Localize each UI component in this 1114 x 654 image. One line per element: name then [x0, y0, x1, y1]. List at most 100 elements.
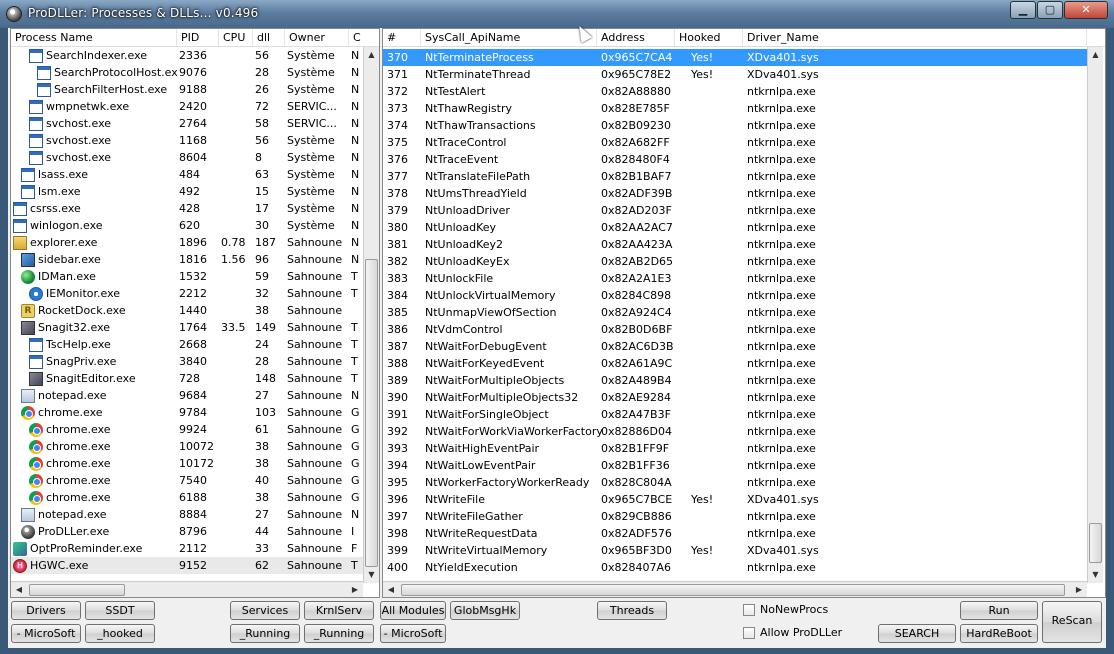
process-row[interactable]: lsass.exe 484 63 Système N [11, 166, 363, 183]
ssdt-row[interactable]: 370 NtTerminateProcess 0x965C7CA4 Yes! XDva4… [383, 49, 1087, 66]
col-driver-name[interactable]: Driver_Name [743, 29, 1087, 46]
process-row[interactable]: ProDLLer.exe 8796 44 Sahnoune I [11, 523, 363, 540]
modules-microsoft-filter-button[interactable]: - MicroSoft [380, 624, 446, 643]
ssdt-table[interactable]: # SysCall_ApiName Address Hooked Driver_… [382, 28, 1106, 598]
ssdt-row[interactable]: 375 NtTraceControl 0x82A682FF ntkrnlpa.exe [383, 134, 1087, 151]
process-row[interactable]: notepad.exe 9684 27 Sahnoune N [11, 387, 363, 404]
ssdt-row[interactable]: 371 NtTerminateThread 0x965C78E2 Yes! XDva40… [383, 66, 1087, 83]
process-vscroll-thumb[interactable] [365, 259, 378, 567]
process-row[interactable]: R RocketDock.exe 1440 38 Sahnoune [11, 302, 363, 319]
process-row[interactable]: wmpnetwk.exe 2420 72 SERVIC... N [11, 98, 363, 115]
rescan-button[interactable]: ReScan [1042, 601, 1102, 643]
process-vscrollbar[interactable]: ▲ ▼ [363, 47, 379, 583]
scroll-up-icon[interactable]: ▲ [1088, 47, 1103, 63]
ssdt-row[interactable]: 398 NtWriteRequestData 0x82ADF576 ntkrnlpa.… [383, 525, 1087, 542]
minimize-button[interactable]: ▁ [1010, 1, 1036, 19]
ssdt-row[interactable]: 395 NtWorkerFactoryWorkerReady 0x828C804A n… [383, 474, 1087, 491]
ssdt-row[interactable]: 388 NtWaitForKeyedEvent 0x82A61A9C ntkrnlpa… [383, 355, 1087, 372]
running-services-button[interactable]: _Running [230, 624, 300, 643]
ssdt-row[interactable]: 373 NtThawRegistry 0x828E785F ntkrnlpa.exe [383, 100, 1087, 117]
ssdt-row[interactable]: 382 NtUnloadKeyEx 0x82AB2D65 ntkrnlpa.exe [383, 253, 1087, 270]
ssdt-row[interactable]: 377 NtTranslateFilePath 0x82B1BAF7 ntkrnlpa… [383, 168, 1087, 185]
ssdt-row[interactable]: 380 NtUnloadKey 0x82AA2AC7 ntkrnlpa.exe [383, 219, 1087, 236]
run-button[interactable]: Run [960, 601, 1038, 620]
col-address[interactable]: Address [597, 29, 675, 46]
process-row[interactable]: chrome.exe 10072 38 Sahnoune G [11, 438, 363, 455]
ssdt-hscroll-thumb[interactable] [401, 584, 1065, 596]
ssdt-row[interactable]: 383 NtUnlockFile 0x82A2A1E3 ntkrnlpa.exe [383, 270, 1087, 287]
process-row[interactable]: SnagitEditor.exe 728 148 Sahnoune T [11, 370, 363, 387]
nonewprocs-checkbox[interactable]: NoNewProcs [743, 603, 828, 616]
ssdt-hscrollbar[interactable]: ◀ ▶ [383, 581, 1087, 597]
col-pid[interactable]: PID [177, 29, 219, 46]
hooked-filter-button[interactable]: _hooked [85, 624, 155, 643]
ssdt-row[interactable]: 390 NtWaitForMultipleObjects32 0x82AE9284 n… [383, 389, 1087, 406]
process-row[interactable]: Snagit32.exe 1764 33.5 149 Sahnoune T [11, 319, 363, 336]
process-row[interactable]: SnagPriv.exe 3840 28 Sahnoune T [11, 353, 363, 370]
process-row[interactable]: chrome.exe 9924 61 Sahnoune G [11, 421, 363, 438]
process-row[interactable]: SearchFilterHost.exe 9188 26 Système N [11, 81, 363, 98]
maximize-button[interactable]: ▢ [1037, 1, 1063, 19]
process-row[interactable]: notepad.exe 8884 27 Sahnoune N [11, 506, 363, 523]
ssdt-button[interactable]: SSDT [85, 601, 155, 620]
globmsghk-button[interactable]: GlobMsgHk [450, 601, 520, 620]
process-row[interactable]: svchost.exe 8604 8 Système N [11, 149, 363, 166]
col-cpu[interactable]: CPU [219, 29, 253, 46]
nonewprocs-checkbox-box[interactable] [743, 603, 755, 616]
process-row[interactable]: SearchIndexer.exe 2336 56 Système N [11, 47, 363, 64]
process-row[interactable]: IEMonitor.exe 2212 32 Sahnoune T [11, 285, 363, 302]
ssdt-vscroll-thumb[interactable] [1089, 523, 1102, 563]
scroll-down-icon[interactable]: ▼ [364, 567, 379, 583]
services-button[interactable]: Services [230, 601, 300, 620]
col-dll[interactable]: dll [253, 29, 285, 46]
process-list[interactable]: Process Name PID CPU dll Owner C SearchI… [10, 28, 380, 598]
col-process-name[interactable]: Process Name [11, 29, 177, 46]
ssdt-row[interactable]: 381 NtUnloadKey2 0x82AA423A ntkrnlpa.exe [383, 236, 1087, 253]
scroll-down-icon[interactable]: ▼ [1088, 567, 1103, 583]
ssdt-row[interactable]: 379 NtUnloadDriver 0x82AD203F ntkrnlpa.exe [383, 202, 1087, 219]
process-row[interactable]: OptProReminder.exe 2112 33 Sahnoune F [11, 540, 363, 557]
process-row[interactable]: sidebar.exe 1816 1.56 96 Sahnoune N [11, 251, 363, 268]
col-number[interactable]: # [383, 29, 421, 46]
ssdt-row[interactable]: 393 NtWaitHighEventPair 0x82B1FF9F ntkrnlpa… [383, 440, 1087, 457]
process-row[interactable]: winlogon.exe 620 30 Système N [11, 217, 363, 234]
process-row[interactable]: explorer.exe 1896 0.78 187 Sahnoune N [11, 234, 363, 251]
ssdt-row[interactable]: 394 NtWaitLowEventPair 0x82B1FF36 ntkrnlpa.… [383, 457, 1087, 474]
process-row[interactable]: chrome.exe 6188 38 Sahnoune G [11, 489, 363, 506]
ssdt-row[interactable]: 391 NtWaitForSingleObject 0x82A47B3F ntkrnl… [383, 406, 1087, 423]
krnlserv-button[interactable]: KrnlServ [304, 601, 374, 620]
ssdt-row[interactable]: 387 NtWaitForDebugEvent 0x82AC6D3B ntkrnlpa… [383, 338, 1087, 355]
col-syscall-apiname[interactable]: SysCall_ApiName [421, 29, 597, 46]
scroll-left-icon[interactable]: ◀ [11, 582, 27, 597]
microsoft-filter-button[interactable]: - MicroSoft [11, 624, 81, 643]
col-owner[interactable]: Owner [285, 29, 349, 46]
ssdt-row[interactable]: 389 NtWaitForMultipleObjects 0x82A489B4 ntk… [383, 372, 1087, 389]
process-hscroll-thumb[interactable] [29, 584, 125, 596]
scroll-left-icon[interactable]: ◀ [383, 582, 399, 597]
process-row[interactable]: chrome.exe 9784 103 Sahnoune G [11, 404, 363, 421]
ssdt-row[interactable]: 392 NtWaitForWorkViaWorkerFactory 0x82886D… [383, 423, 1087, 440]
process-row[interactable]: H HGWC.exe 9152 62 Sahnoune T [11, 557, 363, 574]
scroll-right-icon[interactable]: ▶ [347, 582, 363, 597]
process-hscrollbar[interactable]: ◀ ▶ [11, 581, 363, 597]
ssdt-row[interactable]: 400 NtYieldExecution 0x828407A6 ntkrnlpa.ex… [383, 559, 1087, 576]
ssdt-row[interactable]: 372 NtTestAlert 0x82A88880 ntkrnlpa.exe [383, 83, 1087, 100]
process-row[interactable]: SearchProtocolHost.exe 9076 28 Système N [11, 64, 363, 81]
process-row[interactable]: svchost.exe 1168 56 Système N [11, 132, 363, 149]
threads-button[interactable]: Threads [597, 601, 667, 620]
process-row[interactable]: csrss.exe 428 17 Système N [11, 200, 363, 217]
ssdt-row[interactable]: 385 NtUnmapViewOfSection 0x82A924C4 ntkrnlp… [383, 304, 1087, 321]
ssdt-vscrollbar[interactable]: ▲ ▼ [1087, 47, 1103, 583]
ssdt-row[interactable]: 384 NtUnlockVirtualMemory 0x8284C898 ntkrnl… [383, 287, 1087, 304]
col-c[interactable]: C [349, 29, 379, 46]
scroll-up-icon[interactable]: ▲ [364, 47, 379, 63]
col-hooked[interactable]: Hooked [675, 29, 743, 46]
hardreboot-button[interactable]: HardReBoot [960, 624, 1038, 643]
process-row[interactable]: chrome.exe 7540 40 Sahnoune G [11, 472, 363, 489]
ssdt-row[interactable]: 399 NtWriteVirtualMemory 0x965BF3D0 Yes! XDv… [383, 542, 1087, 559]
title-bar[interactable]: ProDLLer: Processes & DLLs... v0.496 ▁ ▢… [0, 0, 1114, 28]
running-krnlserv-button[interactable]: _Running [304, 624, 374, 643]
process-row[interactable]: IDMan.exe 1532 59 Sahnoune T [11, 268, 363, 285]
ssdt-row[interactable]: 378 NtUmsThreadYield 0x82ADF39B ntkrnlpa.ex… [383, 185, 1087, 202]
drivers-button[interactable]: Drivers [11, 601, 81, 620]
